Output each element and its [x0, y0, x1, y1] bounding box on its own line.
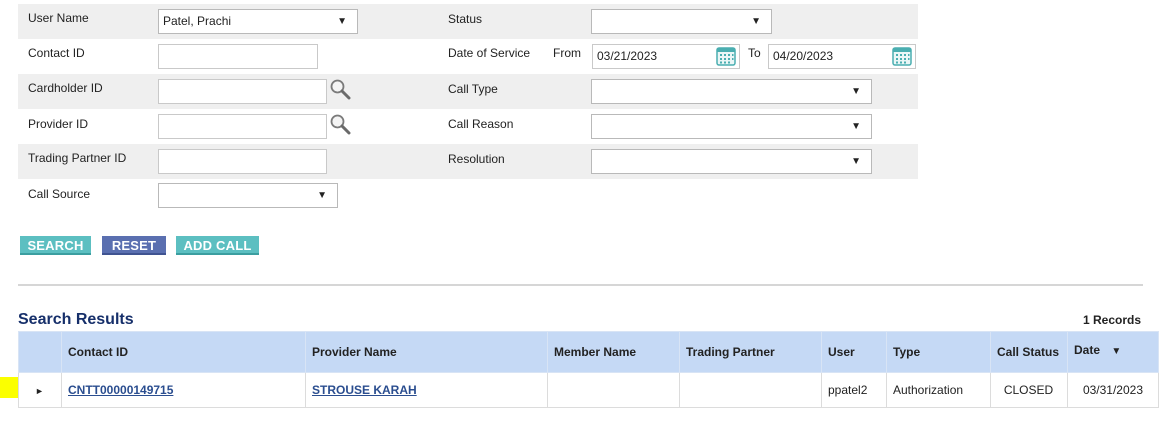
search-results-title: Search Results [18, 311, 134, 328]
trading-partner-id-label: Trading Partner ID [28, 151, 127, 165]
sort-desc-icon[interactable]: ▼ [1111, 346, 1121, 357]
chevron-down-icon: ▼ [751, 16, 761, 27]
table-row[interactable]: ► CNTT00000149715 STROUSE KARAH ppatel2 … [18, 372, 1159, 408]
user-name-select[interactable]: Patel, Prachi ▼ [158, 9, 358, 34]
form-row-contact-id: Contact ID Date of Service From 03/21/20… [18, 39, 918, 74]
records-count: 1 Records [1082, 313, 1141, 327]
calendar-icon[interactable] [716, 46, 736, 66]
provider-id-input[interactable] [158, 114, 327, 139]
chevron-down-icon: ▼ [337, 16, 347, 27]
trading-partner-cell [679, 372, 822, 408]
provider-id-label: Provider ID [28, 117, 89, 131]
column-header-type[interactable]: Type [886, 331, 991, 373]
column-header-user[interactable]: User [821, 331, 887, 373]
to-label: To [748, 46, 761, 60]
user-cell: ppatel2 [821, 372, 887, 408]
column-header-trading-partner[interactable]: Trading Partner [679, 331, 822, 373]
type-cell: Authorization [886, 372, 991, 408]
add-call-button[interactable]: ADD CALL [176, 236, 259, 255]
resolution-select[interactable]: ▼ [591, 149, 872, 174]
form-row-call-source: Call Source ▼ [18, 179, 918, 214]
from-date-value: 03/21/2023 [597, 49, 658, 63]
form-row-trading-partner-id: Trading Partner ID Resolution ▼ [18, 144, 918, 179]
provider-name-cell: STROUSE KARAH [305, 372, 548, 408]
magnifier-icon[interactable] [329, 113, 351, 135]
cardholder-id-label: Cardholder ID [28, 81, 103, 95]
chevron-down-icon: ▼ [851, 121, 861, 132]
column-header-contact-id[interactable]: Contact ID [61, 331, 306, 373]
magnifier-icon[interactable] [329, 78, 351, 100]
section-divider [18, 284, 1143, 286]
column-header-date[interactable]: Date ▼ [1067, 331, 1159, 373]
status-label: Status [448, 12, 483, 26]
call-type-label: Call Type [448, 82, 498, 96]
from-label: From [553, 46, 581, 60]
column-header-call-status[interactable]: Call Status [990, 331, 1068, 373]
status-select[interactable]: ▼ [591, 9, 772, 34]
date-header-label: Date [1074, 342, 1101, 357]
user-name-label: User Name [28, 11, 89, 25]
provider-name-link[interactable]: STROUSE KARAH [312, 383, 417, 397]
form-row-provider-id: Provider ID Call Reason ▼ [18, 109, 918, 144]
column-header-member-name[interactable]: Member Name [547, 331, 680, 373]
calendar-icon[interactable] [892, 46, 912, 66]
contact-id-link[interactable]: CNTT00000149715 [68, 383, 173, 397]
triangle-right-icon[interactable]: ► [35, 386, 44, 396]
row-expander[interactable]: ► [18, 372, 62, 408]
chevron-down-icon: ▼ [851, 156, 861, 167]
call-type-select[interactable]: ▼ [591, 79, 872, 104]
contact-id-input[interactable] [158, 44, 318, 69]
form-row-user-name: User Name Patel, Prachi ▼ Status ▼ [18, 4, 918, 39]
chevron-down-icon: ▼ [317, 190, 327, 201]
member-name-cell [547, 372, 680, 408]
reset-button[interactable]: RESET [102, 236, 166, 255]
call-reason-label: Call Reason [448, 117, 514, 131]
column-header-provider-name[interactable]: Provider Name [305, 331, 548, 373]
user-name-value: Patel, Prachi [163, 14, 232, 28]
form-row-cardholder-id: Cardholder ID Call Type ▼ [18, 74, 918, 109]
call-source-label: Call Source [28, 187, 91, 201]
call-status-cell: CLOSED [990, 372, 1068, 408]
contact-id-label: Contact ID [28, 46, 85, 60]
cardholder-id-input[interactable] [158, 79, 327, 104]
search-button[interactable]: SEARCH [20, 236, 91, 255]
search-form: User Name Patel, Prachi ▼ Status ▼ Conta… [18, 4, 918, 214]
resolution-label: Resolution [448, 152, 505, 166]
call-reason-select[interactable]: ▼ [591, 114, 872, 139]
trading-partner-id-input[interactable] [158, 149, 327, 174]
expander-header [18, 331, 62, 373]
date-cell: 03/31/2023 [1067, 372, 1159, 408]
chevron-down-icon: ▼ [851, 86, 861, 97]
to-date-value: 04/20/2023 [773, 49, 834, 63]
table-header-row: Contact ID Provider Name Member Name Tra… [18, 331, 1159, 373]
call-source-select[interactable]: ▼ [158, 183, 338, 208]
results-table: Contact ID Provider Name Member Name Tra… [18, 331, 1159, 408]
contact-id-cell: CNTT00000149715 [61, 372, 306, 408]
date-of-service-label: Date of Service [448, 46, 531, 60]
